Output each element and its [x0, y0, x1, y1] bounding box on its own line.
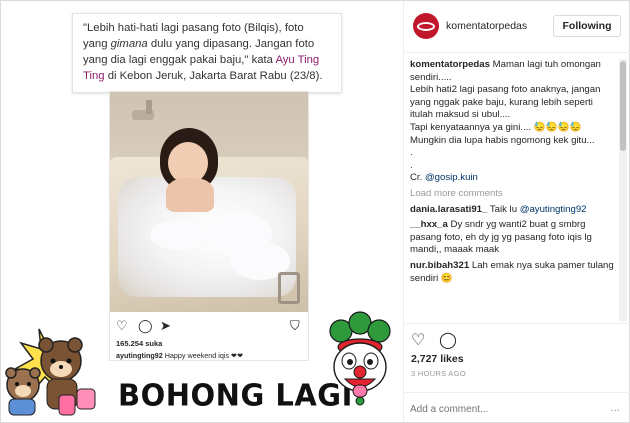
comment-text: Taik lu [487, 203, 520, 215]
comment-mention[interactable]: @ayutingting92 [520, 204, 587, 215]
comment-item: dania.larasati91_ Taik lu @ayutingting92 [410, 204, 617, 217]
comments-panel: komentatorpedas Following komentatorpeda… [403, 1, 630, 422]
quote-box: "Lebih hati-hati lagi pasang foto (Bilqi… [72, 13, 342, 93]
share-icon: ➤ [160, 318, 171, 333]
credit-link[interactable]: @gosip.kuin [425, 172, 478, 183]
avatar[interactable] [413, 13, 439, 39]
post-header: komentatorpedas Following [404, 1, 630, 53]
heart-icon[interactable]: ♡ [411, 332, 429, 350]
tub-handle-shape [278, 272, 300, 304]
overlay-caption: BOHONG LAGI [118, 377, 353, 413]
like-count[interactable]: 2,727 likes [411, 353, 464, 365]
timestamp: 3 HOURS AGO [411, 369, 466, 378]
quote-line-3: lagi enggak pakai baju," kata [128, 54, 276, 66]
foam-bubble [150, 220, 210, 250]
bookmark-icon: ⛉ [290, 318, 300, 333]
embedded-instagram-post: ♡ ◯ ➤ ⛉ 165.254 suka ayutingting92 Happy… [109, 91, 309, 361]
post-caption: komentatorpedas Maman lagi tuh omongan s… [410, 59, 617, 185]
quote-line-3-end: di [104, 70, 117, 82]
add-comment-bar: ... [404, 392, 630, 423]
faucet-neck-shape [146, 100, 152, 114]
post-image[interactable]: "Lebih hati-hati lagi pasang foto (Bilqi… [1, 1, 403, 421]
comment-item: __hxx_a Dy sndr yg wanti2 buat g smbrg p… [410, 219, 617, 257]
embedded-caption-user: ayutingting92 [116, 351, 163, 360]
child-body-shape [166, 178, 214, 212]
comments-scrollbar[interactable] [619, 59, 627, 321]
comment-username[interactable]: dania.larasati91_ [410, 204, 487, 215]
lips-logo-inner-shape [419, 24, 433, 29]
add-comment-input[interactable] [410, 401, 590, 417]
comment-item: nur.bibah321 Lah emak nya suka pamer tul… [410, 260, 617, 285]
embedded-caption: ayutingting92 Happy weekend iqis ❤❤ [116, 351, 243, 360]
load-more-comments-link[interactable]: Load more comments [410, 188, 617, 201]
comments-list: komentatorpedas Maman lagi tuh omongan s… [410, 59, 617, 321]
comment-username[interactable]: nur.bibah321 [410, 260, 469, 271]
caption-username[interactable]: komentatorpedas [410, 59, 490, 70]
quote-italic: gimana [110, 38, 148, 50]
embedded-caption-text: Happy weekend iqis ❤❤ [162, 351, 244, 360]
embedded-likes: 165.254 suka [116, 339, 163, 348]
header-username[interactable]: komentatorpedas [446, 20, 527, 32]
comment-icon[interactable]: ◯ [439, 332, 457, 350]
following-button[interactable]: Following [553, 15, 621, 37]
scrollbar-thumb[interactable] [620, 61, 626, 151]
post-actions: ♡ ◯ 2,727 likes 3 HOURS AGO ... [404, 323, 630, 422]
comment-username[interactable]: __hxx_a [410, 219, 448, 230]
bathtub-photo [110, 92, 308, 312]
caption-text: Maman lagi tuh omongan sendiri..... Lebi… [410, 59, 601, 184]
clown-sticker [323, 311, 398, 406]
heart-icon: ♡ [116, 318, 128, 333]
quote-line-4: Kebon Jeruk, Jakarta Barat Rabu (23/8). [119, 70, 323, 82]
comment-icon: ◯ [138, 318, 153, 333]
embedded-post-actions: ♡ ◯ ➤ ⛉ [116, 318, 302, 334]
more-options-icon[interactable]: ... [610, 400, 620, 414]
